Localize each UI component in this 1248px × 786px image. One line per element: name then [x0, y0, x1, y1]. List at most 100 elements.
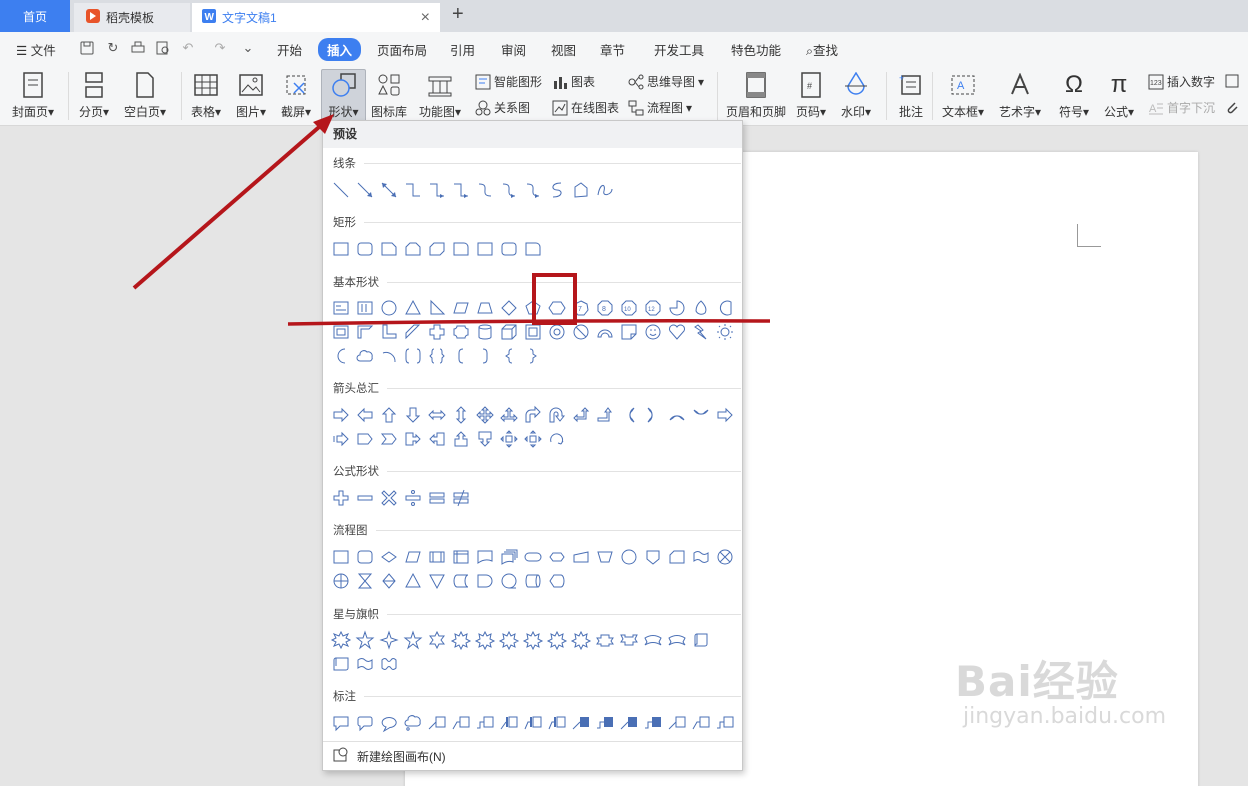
shape-option-e-div[interactable]: [401, 486, 425, 510]
comment-button[interactable]: + 批注: [896, 70, 926, 120]
shape-option-c-cloud[interactable]: [401, 711, 425, 735]
menu-insert[interactable]: 插入: [318, 38, 362, 61]
shape-option-call-quad[interactable]: [497, 427, 521, 451]
page-number-button[interactable]: # 页码▾: [796, 70, 826, 120]
shape-option-call-d[interactable]: [473, 427, 497, 451]
shape-option-a-bent-up[interactable]: [593, 403, 617, 427]
shape-option-e-neq[interactable]: [449, 486, 473, 510]
shape-option-rrect[interactable]: [353, 237, 377, 261]
redo-icon[interactable]: ↷: [213, 41, 227, 55]
shape-option-elbow-a[interactable]: [425, 178, 449, 202]
shape-option-star7[interactable]: [473, 628, 497, 652]
menu-references[interactable]: 引用: [450, 40, 475, 59]
shape-option-f-stored[interactable]: [449, 569, 473, 593]
flowchart-button[interactable]: 流程图 ▾: [628, 99, 692, 116]
shape-option-rect[interactable]: [329, 237, 353, 261]
shape-option-c-accent2[interactable]: [545, 711, 569, 735]
shape-option-ribbon-curve[interactable]: [665, 628, 689, 652]
text-box-button[interactable]: A 文本框▾: [942, 70, 984, 120]
shape-option-f-multi-doc[interactable]: [497, 545, 521, 569]
shape-option-f-decision[interactable]: [377, 545, 401, 569]
shape-option-pie[interactable]: [665, 296, 689, 320]
shape-option-bolt[interactable]: [689, 320, 713, 344]
shape-option-f-sum-j[interactable]: [713, 545, 737, 569]
screenshot-button[interactable]: 截屏▾: [281, 70, 311, 120]
shape-option-a-stripe[interactable]: [329, 427, 353, 451]
shape-option-star6[interactable]: [425, 628, 449, 652]
shape-option-arc-line[interactable]: [377, 344, 401, 368]
shape-option-dbl-bracket[interactable]: [401, 344, 425, 368]
shape-option-f-doc[interactable]: [473, 545, 497, 569]
shape-option-vtext[interactable]: [353, 296, 377, 320]
shape-option-c-accent1[interactable]: [497, 711, 521, 735]
shape-option-para[interactable]: [449, 296, 473, 320]
shape-button[interactable]: 形状▾: [321, 69, 366, 123]
watermark-button[interactable]: 水印▾: [841, 70, 871, 120]
shape-option-rrect[interactable]: [497, 237, 521, 261]
save-icon[interactable]: [80, 41, 94, 55]
shape-option-hepta[interactable]: 7: [569, 296, 593, 320]
shape-option-f-card[interactable]: [665, 545, 689, 569]
cover-page-button[interactable]: 封面页▾: [12, 70, 54, 120]
shape-option-corner[interactable]: [377, 320, 401, 344]
shape-option-diag[interactable]: [401, 320, 425, 344]
shape-option-smile[interactable]: [641, 320, 665, 344]
shape-option-rect[interactable]: [473, 237, 497, 261]
print-preview-icon[interactable]: [156, 41, 170, 55]
shape-option-a-l-r-u[interactable]: [497, 403, 521, 427]
shape-option-elbow[interactable]: [401, 178, 425, 202]
drop-cap-button[interactable]: A 首字下沉: [1148, 99, 1215, 116]
shape-option-elbow-a[interactable]: [449, 178, 473, 202]
shape-option-star5[interactable]: [401, 628, 425, 652]
shape-option-a-curv-d[interactable]: [689, 403, 713, 427]
shape-option-scribble[interactable]: [593, 178, 617, 202]
shape-option-trap[interactable]: [473, 296, 497, 320]
shape-option-f-collate[interactable]: [353, 569, 377, 593]
shape-option-c-oval[interactable]: [377, 711, 401, 735]
symbol-button[interactable]: Ω 符号▾: [1059, 70, 1089, 120]
shape-option-c-fill1[interactable]: [569, 711, 593, 735]
customize-toolbar-icon[interactable]: ⌄: [241, 41, 255, 55]
menu-start[interactable]: 开始: [277, 40, 302, 59]
shape-option-f-display[interactable]: [545, 569, 569, 593]
chart-button[interactable]: 图表: [552, 73, 595, 90]
shape-option-a-r[interactable]: [329, 403, 353, 427]
shape-option-f-tape[interactable]: [689, 545, 713, 569]
shape-option-a-l-u[interactable]: [569, 403, 593, 427]
shape-option-donut[interactable]: [545, 320, 569, 344]
shape-option-star4[interactable]: [377, 628, 401, 652]
shape-option-c-fill2[interactable]: [593, 711, 617, 735]
tab-document[interactable]: W 文字文稿1 ×: [192, 3, 440, 32]
shape-option-curve-a[interactable]: [521, 178, 545, 202]
shape-option-call-quad[interactable]: [521, 427, 545, 451]
shape-option-ribbon-curve[interactable]: [641, 628, 665, 652]
shape-option-a-bent[interactable]: [521, 403, 545, 427]
shape-option-c-fill1[interactable]: [617, 711, 641, 735]
shape-option-a-curv-l[interactable]: [641, 403, 665, 427]
shape-option-f-delay[interactable]: [473, 569, 497, 593]
shape-option-a-u[interactable]: [377, 403, 401, 427]
shape-option-snipd[interactable]: [425, 237, 449, 261]
shape-option-heart[interactable]: [665, 320, 689, 344]
shape-option-f-or[interactable]: [329, 569, 353, 593]
shape-option-l-brace[interactable]: [497, 344, 521, 368]
object-icon[interactable]: [1224, 73, 1240, 89]
shape-option-hexa[interactable]: [545, 296, 569, 320]
shape-option-dbl-wave[interactable]: [377, 652, 401, 676]
shape-option-dbl-brace[interactable]: [425, 344, 449, 368]
shape-option-s-curve[interactable]: [545, 178, 569, 202]
icon-library-button[interactable]: 图标库: [371, 70, 407, 120]
shape-option-a-u-d[interactable]: [449, 403, 473, 427]
shape-option-ribbon-dn[interactable]: [617, 628, 641, 652]
shape-option-f-off-page[interactable]: [641, 545, 665, 569]
shape-option-r-bracket[interactable]: [473, 344, 497, 368]
shape-option-a-d[interactable]: [401, 403, 425, 427]
shape-option-arrow-line[interactable]: [353, 178, 377, 202]
shape-option-textbox[interactable]: [329, 296, 353, 320]
shape-option-c-line3[interactable]: [713, 711, 737, 735]
shape-option-cube[interactable]: [497, 320, 521, 344]
shape-option-round1[interactable]: [449, 237, 473, 261]
shape-option-a-l[interactable]: [353, 403, 377, 427]
blank-page-button[interactable]: 空白页▾: [124, 70, 166, 120]
shape-option-f-internal[interactable]: [449, 545, 473, 569]
